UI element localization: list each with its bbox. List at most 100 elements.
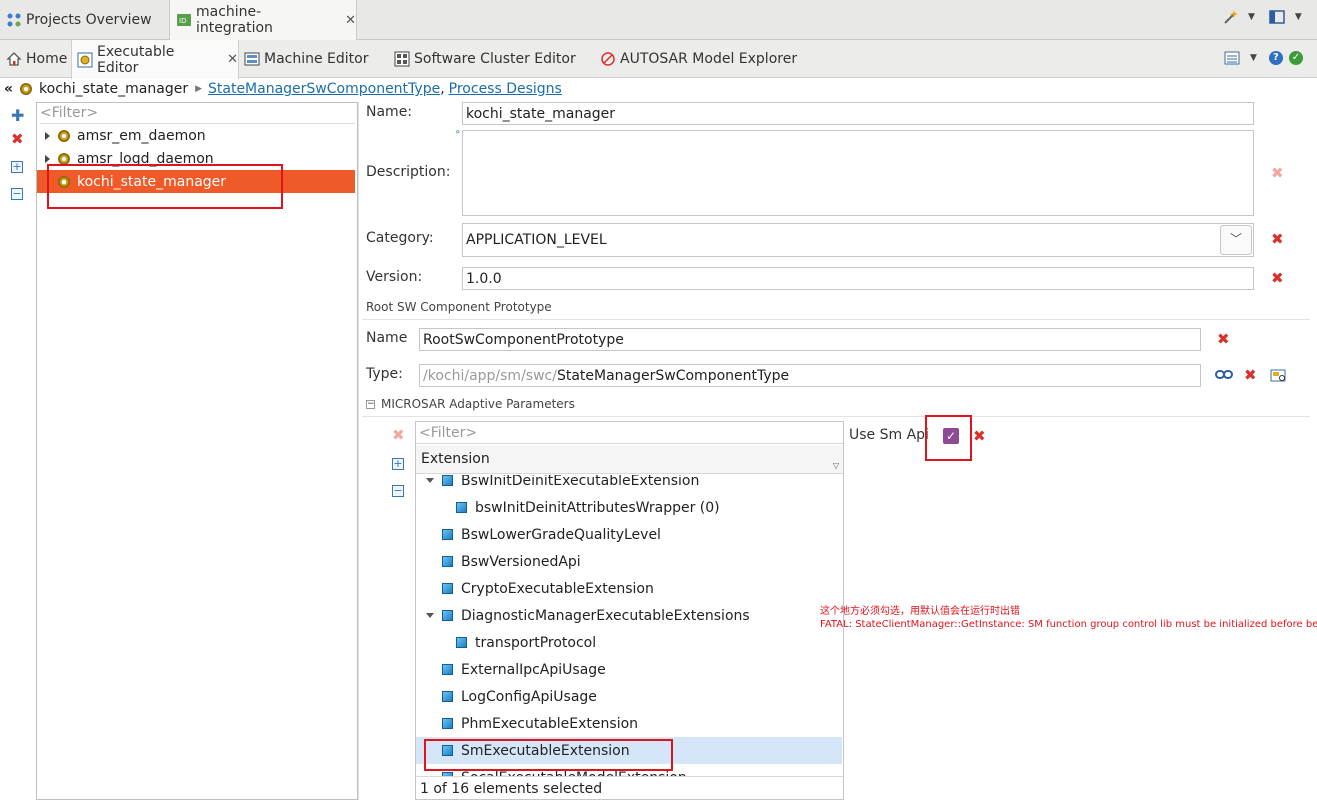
close-icon[interactable]: ✕	[345, 13, 356, 28]
extension-icon	[456, 637, 467, 648]
tab-machine-integration[interactable]: ID machine-integration ✕	[169, 0, 357, 40]
extension-row[interactable]: BswInitDeinitExecutableExtension	[416, 475, 842, 494]
executable-icon	[58, 152, 70, 165]
tab-home[interactable]: Home	[0, 40, 70, 78]
breadcrumb-link-process-designs[interactable]: Process Designs	[449, 81, 562, 97]
collapse-all-icon[interactable]: −	[392, 483, 406, 498]
name-value: kochi_state_manager	[466, 105, 616, 122]
collapse-section-icon[interactable]: −	[366, 399, 375, 409]
root-name-input[interactable]: RootSwComponentPrototype	[419, 328, 1201, 351]
extension-label: BswVersionedApi	[461, 553, 581, 570]
name-input[interactable]: kochi_state_manager	[462, 102, 1254, 125]
version-input[interactable]: 1.0.0	[462, 267, 1254, 290]
category-label: Category:	[366, 230, 434, 246]
status-text: 1 of 16 elements selected	[420, 780, 603, 797]
filter-dropdown-icon[interactable]: ▽	[833, 461, 839, 470]
extension-row[interactable]: DiagnosticManagerExecutableExtensions	[416, 602, 842, 629]
chevron-down-icon[interactable]: ▼	[1250, 53, 1257, 63]
extension-label: LogConfigApiUsage	[461, 688, 597, 705]
delete-icon[interactable]: ✖	[11, 132, 27, 159]
expand-arrow-icon[interactable]	[45, 154, 50, 163]
tab-executable-editor[interactable]: Executable Editor ✕	[71, 40, 239, 79]
filter-placeholder: <Filter>	[40, 105, 99, 121]
editor-tab-bar: Home Executable Editor ✕ Machine Editor …	[0, 40, 1317, 79]
root-name-label: Name	[366, 330, 408, 346]
machine-integration-icon: ID	[177, 14, 191, 26]
add-icon[interactable]: ✚	[11, 108, 27, 132]
clear-category-icon[interactable]: ✖	[1271, 232, 1284, 247]
category-value: APPLICATION_LEVEL	[466, 232, 607, 248]
chevron-down-icon[interactable]: ▼	[1248, 12, 1255, 22]
description-textarea[interactable]	[462, 130, 1254, 216]
chevron-right-icon: ▶	[195, 84, 202, 94]
tab-label: Home	[26, 51, 68, 67]
microsar-section-header[interactable]: − MICROSAR Adaptive Parameters	[366, 397, 575, 411]
extension-icon	[442, 583, 453, 594]
annotation-box-tree-selection	[47, 164, 283, 209]
expand-arrow-icon[interactable]	[426, 613, 442, 618]
root-name-value: RootSwComponentPrototype	[423, 331, 624, 348]
list-view-icon[interactable]	[1224, 50, 1240, 66]
tab-software-cluster-editor[interactable]: Software Cluster Editor	[392, 40, 592, 78]
tab-label: Executable Editor	[97, 43, 175, 76]
extension-filter-input[interactable]: <Filter>	[416, 422, 843, 444]
selection-status: 1 of 16 elements selected	[416, 776, 843, 799]
breadcrumb-link-swc-type[interactable]: StateManagerSwComponentType	[208, 81, 440, 97]
type-label: Type:	[366, 366, 403, 382]
extension-icon	[456, 502, 467, 513]
delete-extension-icon[interactable]: ✖	[392, 428, 406, 456]
annotation-line-2: FATAL: StateClientManager::GetInstance: …	[820, 619, 1317, 630]
tree-item-amsr-em-daemon[interactable]: amsr_em_daemon	[37, 124, 355, 147]
extension-row[interactable]: BswLowerGradeQualityLevel	[416, 521, 842, 548]
extension-label: ExternalIpcApiUsage	[461, 661, 606, 678]
extension-row[interactable]: PhmExecutableExtension	[416, 710, 842, 737]
extension-icon	[442, 610, 453, 621]
expand-all-icon[interactable]: +	[11, 159, 27, 186]
help-icon[interactable]: ?	[1268, 51, 1283, 65]
extension-icon	[442, 556, 453, 567]
expand-arrow-icon[interactable]	[45, 131, 50, 140]
clear-root-name-icon[interactable]: ✖	[1217, 332, 1230, 347]
tab-label: Projects Overview	[26, 12, 152, 28]
tab-projects-overview[interactable]: Projects Overview	[0, 0, 168, 40]
magic-wand-icon[interactable]	[1222, 9, 1238, 25]
extension-row[interactable]: bswInitDeinitAttributesWrapper (0)	[416, 494, 842, 521]
window-layout-icon[interactable]	[1269, 9, 1285, 25]
extension-row[interactable]: CryptoExecutableExtension	[416, 575, 842, 602]
extension-row[interactable]: ExternalIpcApiUsage	[416, 656, 842, 683]
tab-machine-editor[interactable]: Machine Editor	[242, 40, 382, 78]
type-input[interactable]: /kochi/app/sm/swc/StateManagerSwComponen…	[419, 364, 1201, 387]
close-icon[interactable]: ✕	[227, 52, 238, 67]
version-value: 1.0.0	[466, 270, 502, 287]
extension-row[interactable]: BswVersionedApi	[416, 548, 842, 575]
clear-description-icon[interactable]: ✖	[1271, 166, 1284, 181]
clear-type-icon[interactable]: ✖	[1244, 368, 1257, 383]
info-icon: ⚬	[454, 128, 462, 138]
tree-filter-input[interactable]: <Filter>	[40, 105, 355, 124]
back-icon[interactable]: «	[4, 81, 13, 97]
expand-all-icon[interactable]: +	[392, 456, 406, 483]
link-icon[interactable]	[1215, 368, 1233, 382]
validate-icon[interactable]: ✓	[1288, 51, 1303, 65]
extension-column-header[interactable]: Extension ▽	[416, 445, 843, 474]
expand-arrow-icon[interactable]	[426, 478, 442, 483]
chevron-down-icon[interactable]: ﹀	[1220, 225, 1252, 255]
extension-label: CryptoExecutableExtension	[461, 580, 654, 597]
tab-label: AUTOSAR Model Explorer	[620, 51, 798, 67]
error-annotation: 这个地方必须勾选，用默认值会在运行时出错 FATAL: StateClientM…	[820, 605, 1317, 631]
tab-autosar-model-explorer[interactable]: AUTOSAR Model Explorer	[600, 40, 810, 78]
extension-icon	[442, 529, 453, 540]
collapse-all-icon[interactable]: −	[11, 186, 27, 201]
section-divider	[362, 416, 1310, 417]
tree-item-label: amsr_em_daemon	[77, 127, 206, 144]
extension-row[interactable]: LogConfigApiUsage	[416, 683, 842, 710]
browse-icon[interactable]	[1270, 367, 1286, 383]
home-icon	[6, 52, 22, 66]
extension-row[interactable]: transportProtocol	[416, 629, 842, 656]
clear-version-icon[interactable]: ✖	[1271, 271, 1284, 286]
extension-icon	[442, 664, 453, 675]
chevron-down-icon[interactable]: ▼	[1295, 12, 1302, 22]
clear-use-sm-api-icon[interactable]: ✖	[973, 429, 986, 444]
category-select[interactable]: APPLICATION_LEVEL ﹀	[462, 223, 1254, 257]
top-toolbar: ▼ ▼	[1222, 9, 1302, 25]
